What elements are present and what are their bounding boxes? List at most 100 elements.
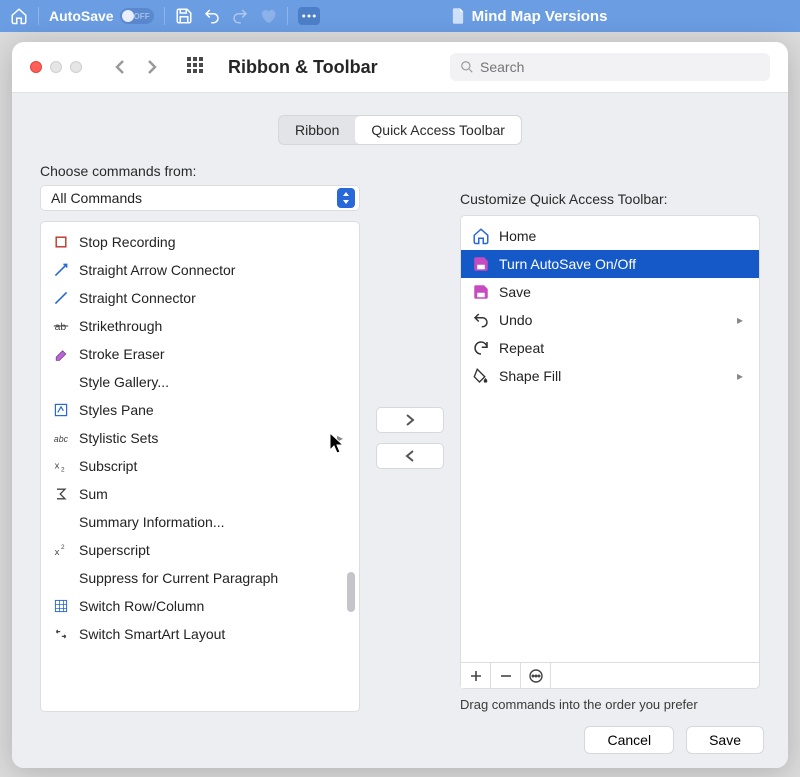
command-icon <box>51 486 71 502</box>
tab-quick-access-toolbar[interactable]: Quick Access Toolbar <box>355 116 521 144</box>
shape-fill-icon[interactable] <box>259 7 277 25</box>
command-label: Turn AutoSave On/Off <box>499 256 749 272</box>
autosave-label: AutoSave <box>49 8 114 24</box>
add-button[interactable] <box>461 663 491 688</box>
tab-ribbon[interactable]: Ribbon <box>279 116 355 144</box>
list-item[interactable]: Stroke Eraser <box>41 340 359 368</box>
separator <box>287 7 288 25</box>
cancel-button[interactable]: Cancel <box>584 726 674 754</box>
svg-text:2: 2 <box>61 467 65 474</box>
command-icon <box>51 262 71 278</box>
save-icon[interactable] <box>175 7 193 25</box>
move-buttons-panel <box>360 163 460 712</box>
redo-icon[interactable] <box>231 7 249 25</box>
command-label: Suppress for Current Paragraph <box>79 570 349 586</box>
commands-source-select[interactable]: All Commands <box>40 185 360 211</box>
list-item[interactable]: Turn AutoSave On/Off <box>461 250 759 278</box>
search-field[interactable] <box>450 53 770 81</box>
list-item[interactable]: Style Gallery... <box>41 368 359 396</box>
add-command-button[interactable] <box>376 407 444 433</box>
actions-button[interactable] <box>521 663 551 688</box>
command-icon <box>51 598 71 614</box>
drag-hint: Drag commands into the order you prefer <box>460 697 760 712</box>
list-item[interactable]: Summary Information... <box>41 508 359 536</box>
qat-edit-toolbar <box>460 663 760 689</box>
available-commands-list[interactable]: Stop RecordingStraight Arrow ConnectorSt… <box>40 221 360 712</box>
command-label: Switch Row/Column <box>79 598 349 614</box>
list-item[interactable]: Repeat <box>461 334 759 362</box>
command-label: Summary Information... <box>79 514 349 530</box>
home-icon[interactable] <box>10 7 28 25</box>
command-icon <box>471 255 491 273</box>
command-label: Styles Pane <box>79 402 349 418</box>
command-icon <box>471 367 491 385</box>
list-item[interactable]: x2 Superscript <box>41 536 359 564</box>
autosave-toggle[interactable]: OFF <box>120 8 154 24</box>
list-item[interactable]: Sum <box>41 480 359 508</box>
remove-button[interactable] <box>491 663 521 688</box>
search-icon <box>460 60 474 74</box>
sheet-toolbar: Ribbon & Toolbar <box>12 42 788 92</box>
commands-source-panel: Choose commands from: All Commands Stop … <box>40 163 360 712</box>
list-item[interactable]: Switch SmartArt Layout <box>41 620 359 648</box>
command-label: Subscript <box>79 458 349 474</box>
list-item[interactable]: Shape Fill▸ <box>461 362 759 390</box>
chevron-right-icon <box>404 413 416 427</box>
qat-list[interactable]: Home Turn AutoSave On/Off Save Undo ▸ Repeat S… <box>460 215 760 663</box>
dropdown-stepper-icon[interactable] <box>337 188 355 208</box>
list-item[interactable]: abcStylistic Sets▸ <box>41 424 359 452</box>
minus-icon <box>500 670 512 682</box>
list-item[interactable]: Straight Arrow Connector <box>41 256 359 284</box>
minimize-window-button <box>50 61 62 73</box>
list-item[interactable]: ab Strikethrough <box>41 312 359 340</box>
close-window-button[interactable] <box>30 61 42 73</box>
list-item[interactable]: Undo ▸ <box>461 306 759 334</box>
more-icon[interactable] <box>298 7 320 25</box>
save-button[interactable]: Save <box>686 726 764 754</box>
command-label: Undo <box>499 312 729 328</box>
list-item[interactable]: x2 Subscript <box>41 452 359 480</box>
list-item[interactable]: Switch Row/Column <box>41 592 359 620</box>
command-label: Repeat <box>499 340 749 356</box>
svg-text:ab: ab <box>55 322 67 333</box>
list-item[interactable]: Styles Pane <box>41 396 359 424</box>
left-list-scrollbar[interactable] <box>347 572 355 612</box>
list-item[interactable]: Suppress for Current Paragraph <box>41 564 359 592</box>
command-label: Save <box>499 284 749 300</box>
svg-text:x: x <box>55 547 60 558</box>
body-area: Ribbon Quick Access Toolbar Choose comma… <box>12 92 788 768</box>
commands-source-value: All Commands <box>51 190 142 206</box>
command-icon: abc <box>51 430 71 446</box>
svg-text:x: x <box>55 460 60 471</box>
submenu-indicator-icon: ▸ <box>737 313 743 327</box>
command-icon: ab <box>51 318 71 334</box>
list-item[interactable]: Stop Recording <box>41 228 359 256</box>
command-label: Switch SmartArt Layout <box>79 626 349 642</box>
chevron-left-icon <box>404 449 416 463</box>
command-icon <box>471 339 491 357</box>
autosave-control[interactable]: AutoSave OFF <box>49 8 154 24</box>
footer-buttons: Cancel Save <box>12 712 788 768</box>
app-titlebar: AutoSave OFF Mind Map Versions <box>0 0 800 32</box>
command-icon <box>51 346 71 362</box>
tab-segmented-control[interactable]: Ribbon Quick Access Toolbar <box>278 115 522 145</box>
command-label: Strikethrough <box>79 318 349 334</box>
list-item[interactable]: Save <box>461 278 759 306</box>
svg-text:2: 2 <box>61 544 65 551</box>
command-label: Style Gallery... <box>79 374 349 390</box>
remove-command-button[interactable] <box>376 443 444 469</box>
window-controls[interactable] <box>30 61 82 73</box>
list-item[interactable]: Home <box>461 222 759 250</box>
preferences-window: Ribbon & Toolbar Ribbon Quick Access Too… <box>12 42 788 768</box>
back-button[interactable] <box>114 59 126 75</box>
show-all-icon[interactable] <box>186 56 204 79</box>
command-label: Home <box>499 228 749 244</box>
forward-button[interactable] <box>146 59 158 75</box>
command-icon <box>51 626 71 642</box>
customize-qat-label: Customize Quick Access Toolbar: <box>460 191 760 207</box>
submenu-indicator-icon: ▸ <box>737 369 743 383</box>
command-label: Superscript <box>79 542 349 558</box>
undo-icon[interactable] <box>203 7 221 25</box>
search-input[interactable] <box>480 59 760 75</box>
list-item[interactable]: Straight Connector <box>41 284 359 312</box>
